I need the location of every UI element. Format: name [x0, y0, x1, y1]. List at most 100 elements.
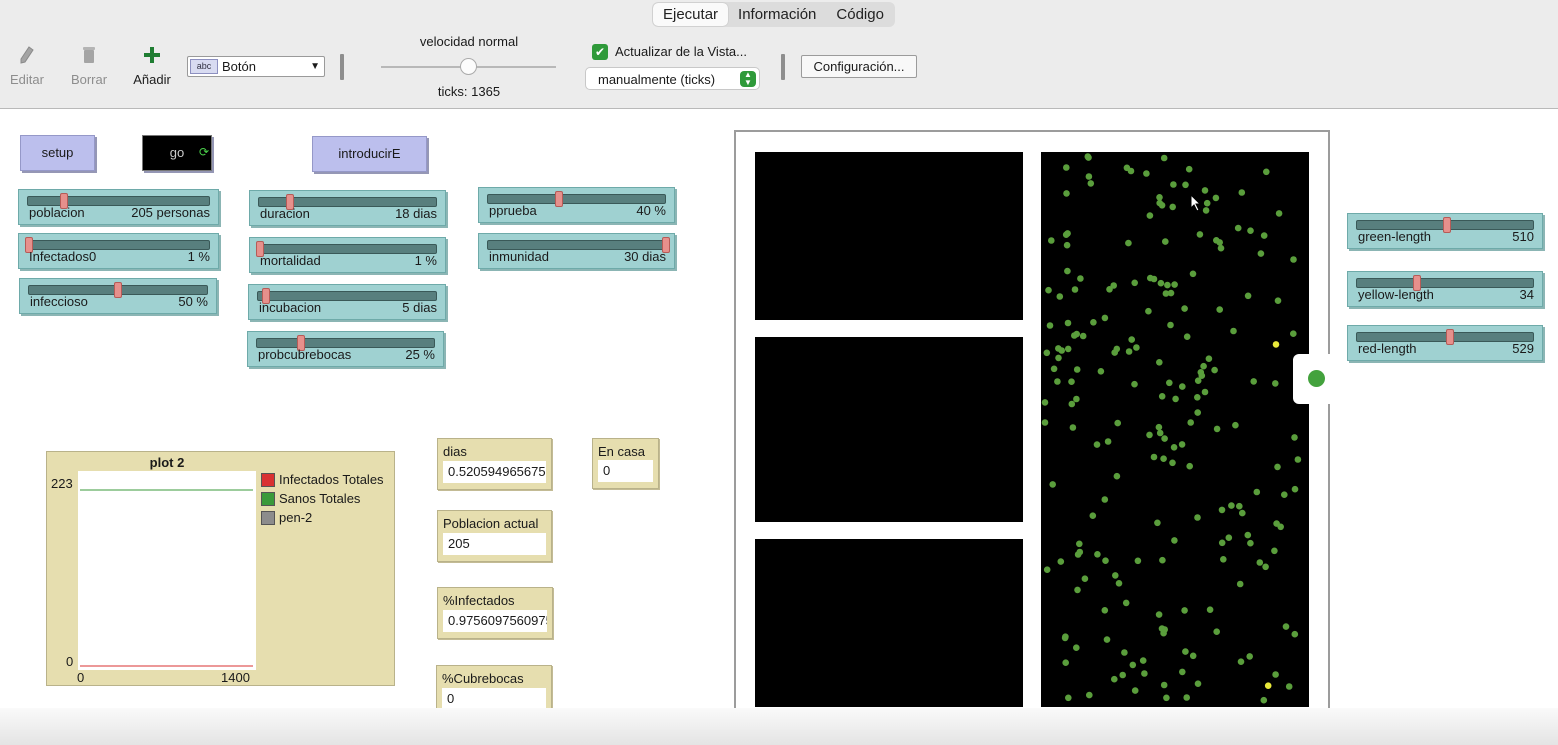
agent-dot [1201, 388, 1209, 396]
delete-button[interactable]: Borrar [68, 46, 110, 87]
tab-ejecutar[interactable]: Ejecutar [653, 3, 729, 26]
agent-dot [1043, 349, 1051, 357]
slider-knob[interactable] [1442, 217, 1451, 233]
world-main-area [1041, 152, 1309, 707]
slider-knob[interactable] [114, 282, 122, 298]
slider-name: pprueba [489, 203, 537, 218]
edit-button[interactable]: Editar [8, 46, 46, 87]
trash-icon [83, 47, 95, 63]
green-dot-icon[interactable] [1308, 370, 1325, 387]
agent-dot [1218, 506, 1226, 514]
tab-informacion[interactable]: Información [728, 3, 826, 26]
slider-knob[interactable] [554, 191, 563, 207]
monitor-value: 0.5205949656750 [443, 461, 546, 483]
add-button[interactable]: Añadir [131, 46, 173, 87]
agent-dot [1131, 380, 1138, 388]
agent-dot [1046, 322, 1054, 329]
agent-dot [1068, 400, 1076, 408]
add-label: Añadir [133, 72, 171, 87]
monitor-value: 205 [443, 533, 546, 555]
agent-dot [1056, 293, 1064, 300]
slider-incubacion[interactable]: incubacion 5 dias [248, 284, 446, 320]
slider-poblacion[interactable]: poblacion 205 personas [18, 189, 219, 225]
slider-red-length[interactable]: red-length 529 [1347, 325, 1543, 361]
agent-dot [1205, 355, 1213, 362]
agent-dot [1063, 164, 1070, 171]
slider-value: 1 % [187, 249, 210, 264]
widget-type-select[interactable]: abc Botón ▼ [187, 56, 325, 77]
legend-item: Sanos Totales [261, 491, 384, 506]
speed-label: velocidad normal [419, 34, 519, 49]
agent-dot [1236, 580, 1244, 588]
agent-dot [1206, 606, 1214, 613]
agent-dot [1086, 691, 1093, 699]
settings-button[interactable]: Configuración... [801, 55, 917, 78]
agent-dot [1160, 681, 1168, 689]
agent-dot [1172, 395, 1179, 403]
slider-infectados0[interactable]: Infectados0 1 % [18, 233, 219, 269]
agent-dot [1272, 380, 1279, 387]
monitor-infectados-pct: %Infectados 0.9756097560975 [437, 587, 553, 639]
agent-dot [1155, 611, 1163, 618]
update-mode-select[interactable]: manualmente (ticks) ▲ ▼ [585, 67, 760, 90]
agent-dot [1073, 395, 1080, 403]
legend-label: pen-2 [279, 510, 313, 525]
agent-dot [1264, 682, 1272, 689]
slider-pprueba[interactable]: pprueba 40 % [478, 187, 675, 223]
tab-codigo[interactable]: Código [826, 3, 894, 26]
setup-button[interactable]: setup [20, 135, 95, 171]
agent-dot [1125, 239, 1132, 247]
agent-dot [1182, 181, 1189, 189]
introducir-label: introducirE [338, 146, 401, 161]
agent-dot [1179, 383, 1186, 390]
agent-dot [1169, 459, 1176, 467]
tab-bar: Ejecutar Información Código [652, 2, 895, 27]
agent-dot [1089, 512, 1097, 519]
agent-dot [1236, 502, 1243, 510]
slider-mortalidad[interactable]: mortalidad 1 % [249, 237, 446, 273]
agent-dot [1257, 250, 1265, 257]
monitor-value: 0 [442, 688, 546, 710]
pencil-icon [20, 46, 34, 64]
slider-infeccioso[interactable]: infeccioso 50 % [19, 278, 217, 314]
plot-title: plot 2 [149, 455, 185, 470]
agent-dot [1285, 683, 1293, 690]
legend-swatch [261, 472, 275, 487]
agent-dot [1238, 189, 1246, 196]
slider-inmunidad[interactable]: inmunidad 30 dias [478, 233, 675, 269]
agent-dot [1079, 332, 1087, 340]
monitor-poblacion-actual: Poblacion actual 205 [437, 510, 552, 562]
agent-dot [1093, 441, 1101, 448]
slider-value: 205 personas [131, 205, 210, 220]
agent-dot [1183, 694, 1190, 701]
go-button[interactable]: go ⟳ [142, 135, 212, 171]
agent-dot [1183, 333, 1191, 340]
agent-dot [1281, 491, 1288, 499]
introducir-button[interactable]: introducirE [312, 136, 427, 172]
slider-knob[interactable] [1446, 329, 1455, 345]
world-room-top [755, 152, 1023, 320]
slider-value: 529 [1512, 341, 1534, 356]
update-view-checkbox[interactable]: ✔ [592, 44, 608, 60]
agent-dot [1065, 694, 1072, 702]
slider-duracion[interactable]: duracion 18 dias [249, 190, 446, 226]
agent-dot [1064, 345, 1072, 353]
agent-dot [1061, 634, 1069, 642]
slider-probcubrebocas[interactable]: probcubrebocas 25 % [247, 331, 444, 367]
monitor-dias: dias 0.5205949656750 [437, 438, 552, 490]
updown-arrows-icon: ▲ ▼ [740, 71, 756, 87]
agent-dot [1106, 286, 1113, 293]
slider-green-length[interactable]: green-length 510 [1347, 213, 1543, 249]
agent-dot [1085, 173, 1093, 180]
agent-dot [1101, 314, 1109, 322]
slider-yellow-length[interactable]: yellow-length 34 [1347, 271, 1543, 307]
agent-dot [1064, 319, 1072, 327]
agent-dot [1122, 599, 1130, 607]
agent-dot [1194, 514, 1201, 521]
slider-name: Infectados0 [29, 249, 97, 264]
chevron-down-icon: ▼ [310, 61, 320, 72]
bottom-scroll-area [0, 708, 1558, 745]
agent-dot [1064, 267, 1071, 275]
speed-slider-knob[interactable] [459, 58, 477, 75]
agent-dot [1141, 670, 1148, 677]
